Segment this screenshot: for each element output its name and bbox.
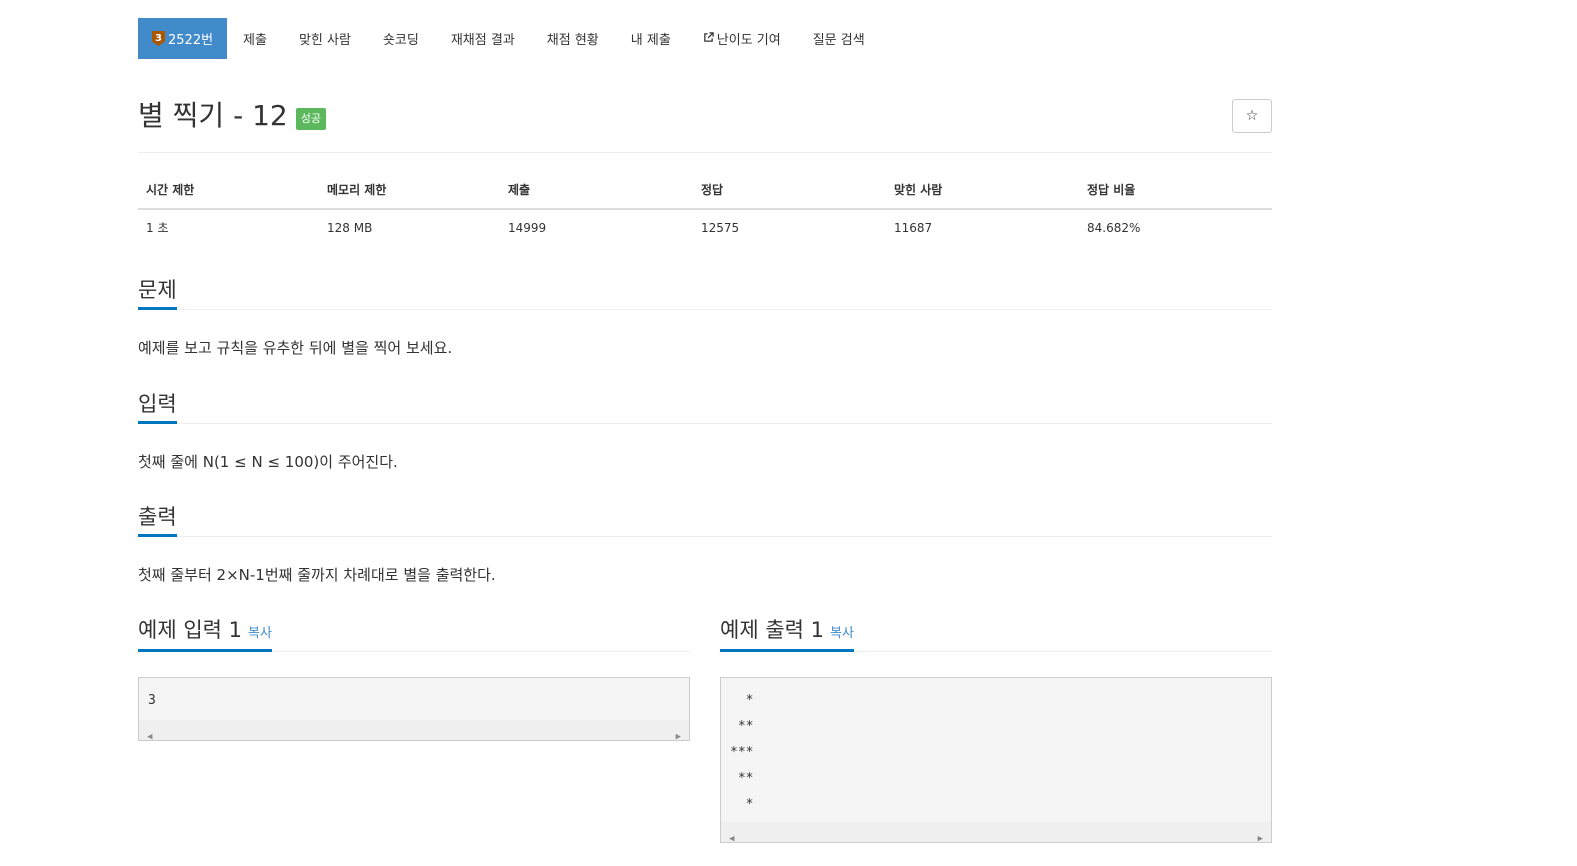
section-header: 예제 입력 1 복사: [138, 614, 690, 652]
input-description: 첫째 줄에 N(1 ≤ N ≤ 100)이 주어진다.: [138, 453, 398, 471]
nav-tab-shortcoding[interactable]: 숏코딩: [367, 18, 435, 59]
nav-tab-submit[interactable]: 제출: [227, 18, 283, 59]
bronze-tier-icon: 3: [152, 31, 165, 46]
nav-tab-label: 난이도 기여: [716, 33, 781, 48]
nav-tab-label: 맞힌 사람: [298, 33, 351, 48]
nav-tab-my-submissions[interactable]: 내 제출: [615, 18, 687, 59]
header-accepted: 정답: [693, 175, 886, 210]
nav-tab-label: 질문 검색: [812, 33, 865, 48]
favorite-button[interactable]: ☆: [1232, 99, 1272, 133]
section-header: 출력: [138, 501, 1272, 537]
scroll-left-icon[interactable]: ◀: [729, 826, 734, 842]
input-section: 입력 첫째 줄에 N(1 ≤ N ≤ 100)이 주어진다.: [138, 388, 1272, 473]
ratio-value: 84.682%: [1087, 220, 1141, 235]
scroll-left-icon[interactable]: ◀: [147, 724, 152, 740]
submissions-value: 14999: [508, 220, 547, 235]
section-title: 문제: [138, 274, 177, 310]
nav-tab-problem[interactable]: 3 2522번: [138, 18, 228, 59]
accepted-value: 12575: [701, 220, 740, 235]
nav-tab-solvers[interactable]: 맞힌 사람: [283, 18, 367, 59]
sample-output-content: * ** *** ** *: [730, 693, 754, 812]
section-header: 예제 출력 1 복사: [720, 614, 1272, 652]
nav-tab-questions[interactable]: 질문 검색: [797, 18, 881, 59]
header-solvers: 맞힌 사람: [886, 175, 1079, 210]
copy-output-link[interactable]: 복사: [830, 626, 854, 641]
problem-title: 별 찍기 - 12: [138, 99, 288, 132]
page-title: 별 찍기 - 12 성공: [138, 96, 326, 136]
scroll-right-icon[interactable]: ▶: [1258, 826, 1263, 842]
section-header: 문제: [138, 274, 1272, 310]
external-link-icon: [703, 31, 714, 46]
title-row: 별 찍기 - 12 성공 ☆: [138, 96, 1272, 140]
solvers-value: 11687: [894, 220, 933, 235]
copy-input-link[interactable]: 복사: [248, 626, 272, 641]
sample-input-section: 예제 입력 1 복사: [138, 614, 690, 652]
nav-tab-label: 숏코딩: [382, 33, 419, 48]
sample-input-box[interactable]: 3 ◀ ▶: [138, 677, 690, 741]
nav-tab-label: 제출: [243, 33, 267, 48]
output-description: 첫째 줄부터 2×N-1번째 줄까지 차례대로 별을 출력한다.: [138, 566, 496, 584]
nav-tab-rejudge[interactable]: 재채점 결과: [435, 18, 531, 59]
star-icon: ☆: [1245, 108, 1259, 124]
section-title: 예제 입력 1 복사: [138, 614, 272, 652]
section-title: 예제 출력 1 복사: [720, 614, 854, 652]
table-row: 1 초 128 MB 14999 12575 11687 84.682%: [138, 209, 1272, 245]
table-header-row: 시간 제한 메모리 제한 제출 정답 맞힌 사람 정답 비율: [138, 175, 1272, 210]
status-badge: 성공: [295, 108, 326, 130]
title-divider: [138, 152, 1272, 153]
header-ratio: 정답 비율: [1079, 175, 1272, 210]
problem-nav: 3 2522번 제출 맞힌 사람 숏코딩 재채점 결과 채점 현황 내 제출 난…: [138, 18, 881, 59]
problem-description: 예제를 보고 규칙을 유추한 뒤에 별을 찍어 보세요.: [138, 339, 453, 357]
scroll-right-icon[interactable]: ▶: [676, 724, 681, 740]
sample-input-content: 3: [148, 693, 156, 708]
section-header: 입력: [138, 388, 1272, 424]
sample-output-box[interactable]: * ** *** ** * ◀ ▶: [720, 677, 1272, 843]
sample-output-section: 예제 출력 1 복사: [720, 614, 1272, 652]
nav-tab-status[interactable]: 채점 현황: [531, 18, 615, 59]
nav-tab-label: 재채점 결과: [450, 33, 515, 48]
nav-tab-label: 채점 현황: [546, 33, 599, 48]
horizontal-scrollbar[interactable]: ◀ ▶: [721, 822, 1271, 842]
nav-tab-label: 내 제출: [630, 33, 671, 48]
problem-section: 문제 예제를 보고 규칙을 유추한 뒤에 별을 찍어 보세요.: [138, 274, 1272, 359]
time-limit-value: 1 초: [146, 221, 169, 235]
header-submissions: 제출: [500, 175, 693, 210]
nav-tab-label: 2522번: [168, 33, 214, 48]
sample-input-title: 예제 입력 1: [138, 618, 242, 642]
sample-output-title: 예제 출력 1: [720, 618, 824, 642]
memory-limit-value: 128 MB: [327, 220, 373, 235]
nav-tab-difficulty[interactable]: 난이도 기여: [687, 18, 797, 59]
section-title: 출력: [138, 501, 177, 537]
output-section: 출력 첫째 줄부터 2×N-1번째 줄까지 차례대로 별을 출력한다.: [138, 501, 1272, 586]
header-time-limit: 시간 제한: [138, 175, 319, 210]
section-title: 입력: [138, 388, 177, 424]
horizontal-scrollbar[interactable]: ◀ ▶: [139, 720, 689, 740]
problem-info-table: 시간 제한 메모리 제한 제출 정답 맞힌 사람 정답 비율 1 초 128 M…: [138, 175, 1272, 245]
header-memory-limit: 메모리 제한: [319, 175, 500, 210]
